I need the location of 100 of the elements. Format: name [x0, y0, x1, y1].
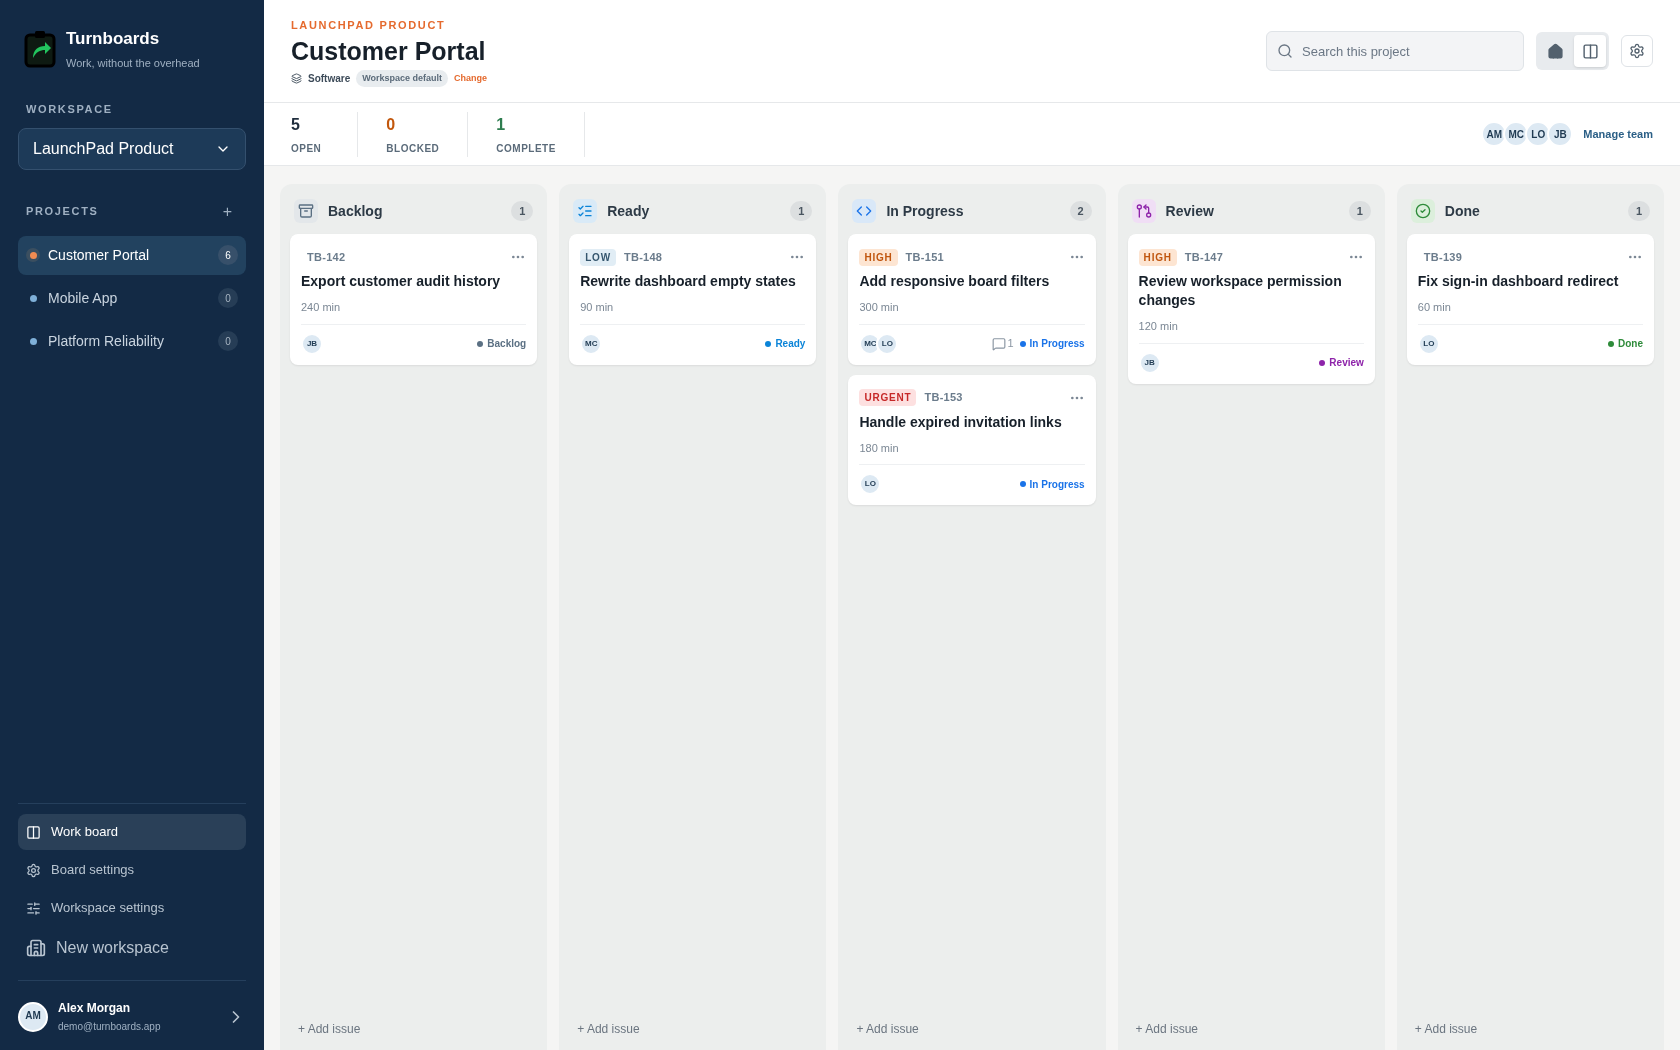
avatar: LO: [1417, 332, 1440, 355]
comment-icon: [992, 336, 1007, 351]
issue-card[interactable]: TB-142 Export customer audit history 240 min JB Backlog: [290, 234, 538, 365]
issue-estimate: 120 min: [1138, 319, 1179, 334]
default-tag: Workspace default: [356, 69, 449, 87]
priority-tag: URGENT: [859, 389, 917, 406]
search-icon: [1277, 43, 1293, 59]
page-title: Customer Portal: [291, 35, 487, 66]
nav-item[interactable]: New workspace: [18, 928, 246, 968]
status-label: Ready: [775, 337, 806, 351]
status-label: In Progress: [1029, 477, 1085, 492]
home-icon: [1546, 42, 1564, 60]
gear-icon: [26, 862, 41, 878]
stat-label: OPEN: [291, 141, 322, 156]
settings-button[interactable]: [1621, 35, 1653, 67]
issue-title: Export customer audit history: [301, 272, 502, 291]
clipboard-logo-icon: [24, 29, 56, 68]
column-title: Ready: [607, 201, 650, 221]
column-count: 1: [1348, 201, 1371, 221]
issue-key: TB-153: [924, 389, 963, 406]
project-item[interactable]: Customer Portal 6: [18, 235, 246, 275]
project-item[interactable]: Platform Reliability 0: [18, 321, 246, 361]
issue-title: Handle expired invitation links: [859, 412, 1063, 432]
priority-tag: LOW: [580, 248, 616, 266]
issue-card[interactable]: TB-139 Fix sign-in dashboard redirect 60 min LO Done: [1406, 234, 1654, 365]
user-avatar: AM: [18, 1001, 48, 1032]
settings-icon: [1629, 43, 1645, 59]
priority-tag: HIGH: [859, 248, 898, 266]
issue-key: TB-148: [623, 248, 663, 266]
issue-title: Rewrite dashboard empty states: [580, 272, 797, 291]
add-issue-button[interactable]: + Add issue: [856, 1020, 919, 1038]
project-count: 0: [218, 331, 238, 351]
issue-estimate: 300 min: [859, 300, 900, 315]
column-count: 1: [511, 201, 534, 221]
layers-icon: [291, 72, 302, 84]
column-count: 2: [1069, 201, 1092, 221]
status-label: In Progress: [1029, 337, 1085, 351]
add-issue-button[interactable]: + Add issue: [577, 1020, 640, 1038]
stat-label: BLOCKED: [386, 141, 440, 156]
avatar: LO: [859, 473, 882, 495]
project-count: 0: [218, 288, 238, 308]
board-icon: [26, 824, 41, 840]
project-name: Mobile App: [48, 288, 118, 308]
column-count: 1: [1628, 201, 1650, 221]
issue-key: TB-139: [1417, 248, 1463, 266]
project-count: 6: [218, 245, 238, 265]
manage-team-link[interactable]: Manage team: [1583, 125, 1653, 143]
nav-item[interactable]: Workspace settings: [18, 890, 246, 926]
issue-title: Add responsive board filters: [859, 272, 1051, 291]
avatar: JB: [1547, 121, 1574, 147]
building-icon: [26, 938, 46, 958]
issue-card[interactable]: URGENT TB-153 Handle expired invitation links 180 min LO In Progress: [848, 374, 1096, 505]
issue-title: Review workspace permission changes: [1138, 272, 1343, 310]
nav-item[interactable]: Work board: [18, 814, 246, 850]
workspace-select[interactable]: LaunchPad Product: [18, 127, 246, 170]
issue-card[interactable]: HIGH TB-147 Review workspace permission changes 120 min JB Review: [1127, 234, 1375, 384]
stat-value: 5: [291, 114, 301, 135]
avatar: JB: [1138, 351, 1161, 374]
avatar: MC: [580, 332, 603, 355]
project-eyebrow: LAUNCHPAD PRODUCT: [291, 18, 447, 33]
issue-title: Fix sign-in dashboard redirect: [1417, 272, 1620, 291]
issue-key: TB-151: [905, 248, 944, 266]
comment-count: 1: [1007, 336, 1014, 352]
project-item[interactable]: Mobile App 0: [18, 278, 246, 318]
issue-estimate: 240 min: [301, 300, 342, 315]
status-label: Review: [1329, 356, 1364, 370]
avatar: LO: [876, 332, 899, 355]
issue-card[interactable]: LOW TB-148 Rewrite dashboard empty states 90 min MC Ready: [569, 234, 817, 365]
project-name: Platform Reliability: [48, 331, 164, 351]
stat-label: COMPLETE: [496, 141, 556, 156]
user-name: Alex Morgan: [58, 1000, 131, 1017]
issue-estimate: 180 min: [859, 440, 900, 456]
column-title: Review: [1165, 201, 1214, 221]
project-type: Software: [308, 71, 351, 86]
issue-card[interactable]: HIGH TB-151 Add responsive board filters 300 min MC LO 1 In Progress: [848, 234, 1096, 365]
issue-estimate: 60 min: [1417, 300, 1452, 315]
section-label: PROJECTS: [26, 204, 99, 220]
add-issue-button[interactable]: + Add issue: [1414, 1020, 1478, 1038]
column-title: In Progress: [886, 201, 964, 221]
column-title: Backlog: [328, 201, 383, 221]
avatar: JB: [301, 332, 323, 355]
column-title: Done: [1444, 201, 1480, 221]
sliders-icon: [26, 900, 41, 916]
column-count: 1: [790, 201, 813, 221]
stat-value: 1: [496, 114, 507, 135]
stat-value: 0: [386, 114, 397, 135]
add-issue-button[interactable]: + Add issue: [298, 1020, 361, 1038]
brand-tagline: Work, without the overhead: [66, 55, 200, 71]
search-field[interactable]: Search this project: [1266, 31, 1524, 71]
add-project-button[interactable]: +: [222, 199, 232, 224]
nav-item[interactable]: Board settings: [18, 852, 246, 888]
project-name: Customer Portal: [48, 245, 150, 265]
user-email: demo@turnboards.app: [58, 1020, 161, 1034]
view-toggle-button[interactable]: [1574, 35, 1606, 67]
issue-key: TB-142: [301, 248, 346, 266]
priority-tag: HIGH: [1138, 248, 1177, 266]
issue-estimate: 90 min: [580, 300, 615, 315]
issue-key: TB-147: [1184, 248, 1224, 266]
add-issue-button[interactable]: + Add issue: [1135, 1020, 1198, 1038]
status-label: Done: [1618, 337, 1643, 351]
